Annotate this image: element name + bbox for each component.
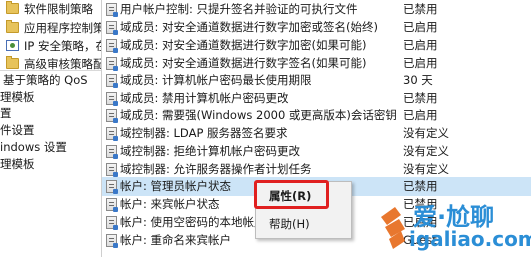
policy-row[interactable]: 用户帐户控制: 只提升签名并验证的可执行文件 已禁用	[102, 0, 531, 19]
folder-icon	[6, 56, 19, 69]
policy-icon	[106, 21, 118, 35]
ipsec-policy-icon	[6, 40, 19, 51]
policy-icon	[106, 57, 118, 71]
policy-row[interactable]: 域控制器: LDAP 服务器签名要求 没有定义	[102, 124, 531, 143]
tree-item-label: indows 设置	[0, 140, 67, 154]
tree-item-app-control[interactable]: 应用程序控制策略	[0, 19, 101, 37]
policy-name: 域成员: 计算机帐户密码最长使用期限	[120, 73, 312, 87]
folder-icon	[6, 20, 19, 33]
policy-icon	[106, 127, 118, 141]
policy-row[interactable]: 域成员: 需要强(Windows 2000 或更高版本)会话密钥 已启用	[102, 106, 531, 125]
policy-name: 用户帐户控制: 只提升签名并验证的可执行文件	[120, 2, 358, 16]
folder-icon	[6, 1, 19, 14]
policy-name: 帐户: 来宾帐户状态	[120, 197, 220, 211]
menu-item-help[interactable]: 帮助(H)	[256, 213, 351, 235]
tree-item-label: IP 安全策略，在	[24, 39, 101, 53]
policy-status: 30 天	[403, 73, 433, 87]
policy-row[interactable]: 域成员: 对安全通道数据进行数字加密或签名(始终) 已启用	[102, 18, 531, 37]
policy-icon	[106, 198, 118, 212]
policy-name: 帐户: 使用空密码的本地帐户	[120, 215, 266, 229]
policy-name: 域成员: 对安全通道数据进行数字加密(如果可能)	[120, 38, 367, 52]
tree-item-label: 应用程序控制策略	[24, 21, 101, 35]
tree-item-label: 理模板	[0, 157, 35, 171]
tree-item-software-restriction[interactable]: 软件限制策略	[0, 0, 101, 18]
tree-item-label: 置	[0, 106, 12, 120]
policy-icon	[106, 3, 118, 17]
policy-icon	[106, 180, 118, 194]
annotation-highlight-box	[254, 180, 329, 209]
tree-item-label: 软件限制策略	[24, 2, 93, 16]
policy-status: 已禁用	[403, 2, 438, 16]
policy-status: 已启用	[403, 38, 438, 52]
policy-icon	[106, 74, 118, 88]
policy-status: 已启用	[403, 20, 438, 34]
policy-name: 域控制器: LDAP 服务器签名要求	[120, 126, 288, 140]
policy-status: 已禁用	[403, 179, 438, 193]
tree-divider	[0, 70, 101, 71]
tree-item-admin-templates-2[interactable]: 理模板	[0, 155, 101, 173]
policy-icon	[106, 145, 118, 159]
policy-icon	[106, 39, 118, 53]
policy-icon	[106, 109, 118, 123]
policy-row[interactable]: 域成员: 计算机帐户密码最长使用期限 30 天	[102, 71, 531, 90]
tree-item-settings[interactable]: 置	[0, 104, 101, 122]
watermark-url: igaliao.com	[409, 227, 531, 251]
policy-status: 没有定义	[403, 126, 449, 140]
policy-icon	[106, 216, 118, 230]
policy-name: 域成员: 需要强(Windows 2000 或更高版本)会话密钥	[120, 108, 397, 122]
policy-icon	[106, 234, 118, 248]
policy-status: 没有定义	[403, 144, 449, 158]
policy-name: 域控制器: 拒绝计算机帐户密码更改	[120, 144, 301, 158]
tree-item-label: 基于策略的 QoS	[3, 73, 88, 87]
policy-icon	[106, 92, 118, 106]
navigation-tree: 软件限制策略 应用程序控制策略 IP 安全策略，在 高级审核策略配置 基于策略的…	[0, 0, 102, 257]
tree-item-software-settings[interactable]: 件设置	[0, 121, 101, 139]
tree-item-ipsec[interactable]: IP 安全策略，在	[0, 37, 101, 55]
policy-name: 帐户: 重命名来宾帐户	[120, 233, 232, 247]
policy-name: 帐户: 管理员帐户状态	[120, 179, 232, 193]
tree-item-qos[interactable]: 基于策略的 QoS	[0, 71, 101, 89]
policy-icon	[106, 163, 118, 177]
tree-item-label: 件设置	[0, 123, 35, 137]
watermark: 爱·尬聊 igaliao.com	[375, 195, 531, 255]
policy-status: 已启用	[403, 108, 438, 122]
policy-row[interactable]: 域控制器: 拒绝计算机帐户密码更改 没有定义	[102, 142, 531, 161]
tree-item-windows-settings[interactable]: indows 设置	[0, 138, 101, 156]
policy-name: 域成员: 对安全通道数据进行数字加密或签名(始终)	[120, 20, 379, 34]
policy-row[interactable]: 域成员: 对安全通道数据进行数字加密(如果可能) 已启用	[102, 36, 531, 55]
